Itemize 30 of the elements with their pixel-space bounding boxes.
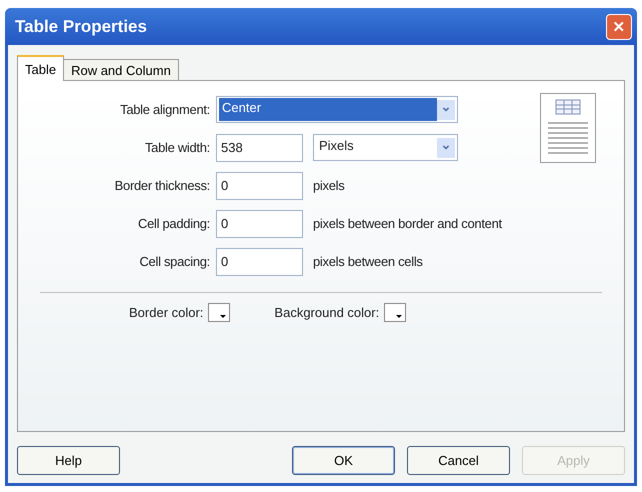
- dropdown-value: Pixels: [318, 137, 355, 155]
- dropdown[interactable]: Center ⌄: [216, 96, 458, 123]
- unit-note: pixels between border and content: [313, 216, 502, 231]
- tab[interactable]: Row and Column: [63, 59, 179, 81]
- color-picker[interactable]: [208, 303, 230, 322]
- tab[interactable]: Table: [17, 55, 64, 81]
- unit-note: pixels: [313, 178, 344, 193]
- window-title: Table Properties: [15, 16, 147, 36]
- caret-icon: [219, 314, 228, 319]
- table-layout-icon: [540, 93, 596, 163]
- field-label: Table alignment:: [119, 102, 211, 117]
- input-field[interactable]: 538: [216, 134, 303, 162]
- field-label: Table width:: [144, 140, 211, 155]
- close-button[interactable]: ✕: [606, 14, 632, 40]
- color-label: Border color:: [129, 305, 204, 320]
- dropdown[interactable]: Pixels ⌄: [313, 134, 458, 161]
- dialog-button[interactable]: Help: [17, 446, 120, 475]
- dropdown-value: Center: [219, 98, 437, 121]
- input-field[interactable]: 0: [216, 172, 303, 200]
- unit-note: pixels between cells: [313, 254, 423, 269]
- field-label: Cell padding:: [137, 216, 211, 231]
- dialog-button[interactable]: Cancel: [407, 446, 510, 475]
- field-label: Border thickness:: [114, 178, 211, 193]
- input-field[interactable]: 0: [216, 248, 303, 276]
- color-picker[interactable]: [384, 303, 406, 322]
- color-label: Background color:: [274, 305, 380, 320]
- field-label: Cell spacing:: [138, 254, 211, 269]
- input-field[interactable]: 0: [216, 210, 303, 238]
- dialog-button[interactable]: OK: [292, 446, 395, 475]
- caret-icon: [395, 314, 404, 319]
